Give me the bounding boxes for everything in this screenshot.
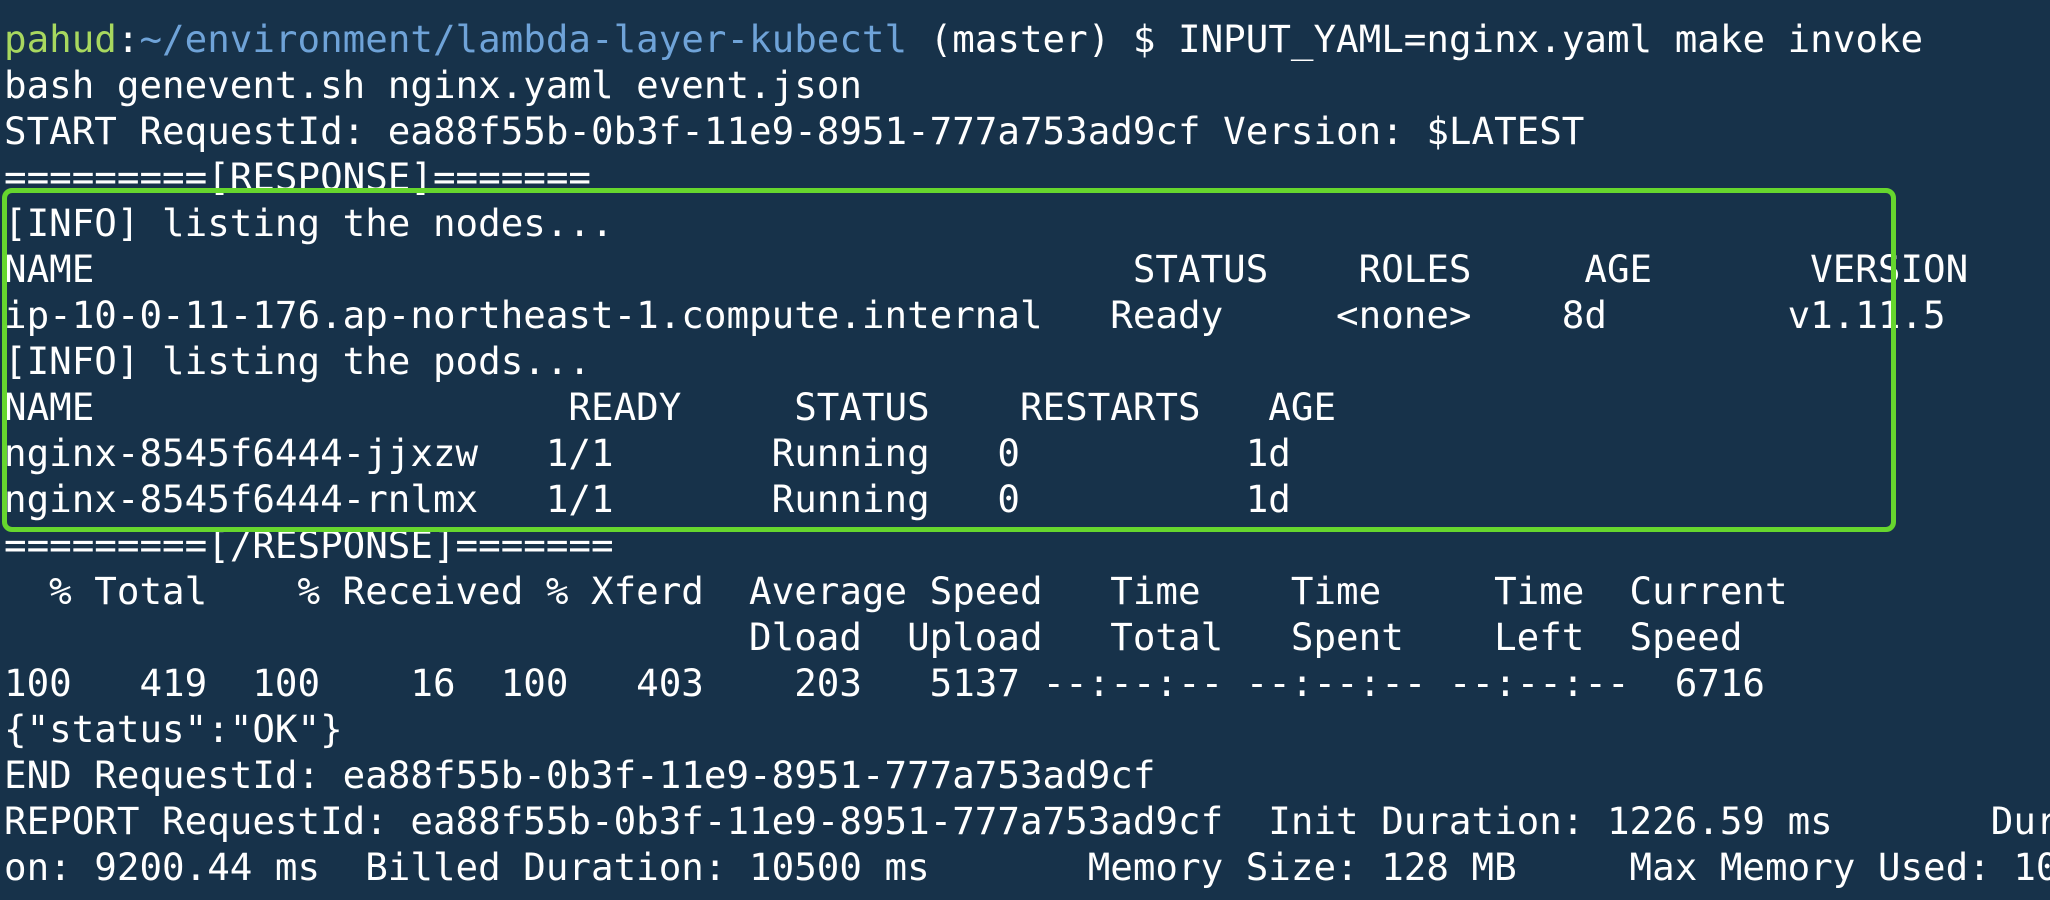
nodes-table-header: NAME STATUS ROLES AGE VERSION bbox=[4, 247, 1969, 291]
response-start-marker: =========[RESPONSE]======= bbox=[4, 155, 591, 199]
response-end-marker: =========[/RESPONSE]======= bbox=[4, 523, 614, 567]
report-line-continued: on: 9200.44 ms Billed Duration: 10500 ms… bbox=[4, 845, 2050, 889]
info-pods-line: [INFO] listing the pods... bbox=[4, 339, 591, 383]
status-json-output: {"status":"OK"} bbox=[4, 707, 343, 751]
pods-table-row: nginx-8545f6444-jjxzw 1/1 Running 0 1d bbox=[4, 431, 1291, 475]
output-line: bash genevent.sh nginx.yaml event.json bbox=[4, 63, 862, 107]
nodes-table-row: ip-10-0-11-176.ap-northeast-1.compute.in… bbox=[4, 293, 1946, 337]
terminal-window[interactable]: pahud:~/environment/lambda-layer-kubectl… bbox=[0, 0, 2050, 900]
report-line: REPORT RequestId: ea88f55b-0b3f-11e9-895… bbox=[4, 799, 2050, 843]
prompt-line: pahud:~/environment/lambda-layer-kubectl… bbox=[4, 16, 2050, 62]
curl-progress-header: % Total % Received % Xferd Average Speed… bbox=[4, 569, 1788, 613]
prompt-user: pahud bbox=[4, 17, 117, 61]
info-nodes-line: [INFO] listing the nodes... bbox=[4, 201, 614, 245]
curl-progress-subheader: Dload Upload Total Spent Left Speed bbox=[4, 615, 1743, 659]
output-line: START RequestId: ea88f55b-0b3f-11e9-8951… bbox=[4, 109, 1585, 153]
pods-table-header: NAME READY STATUS RESTARTS AGE bbox=[4, 385, 1337, 429]
end-request-line: END RequestId: ea88f55b-0b3f-11e9-8951-7… bbox=[4, 753, 1156, 797]
prompt-separator: : bbox=[116, 17, 140, 61]
prompt-path: ~/environment/lambda-layer-kubectl bbox=[139, 17, 908, 61]
pods-table-row: nginx-8545f6444-rnlmx 1/1 Running 0 1d bbox=[4, 477, 1291, 521]
curl-progress-values: 100 419 100 16 100 403 203 5137 --:--:--… bbox=[4, 661, 1765, 705]
prompt-command: (master) $ INPUT_YAML=nginx.yaml make in… bbox=[907, 17, 1924, 61]
